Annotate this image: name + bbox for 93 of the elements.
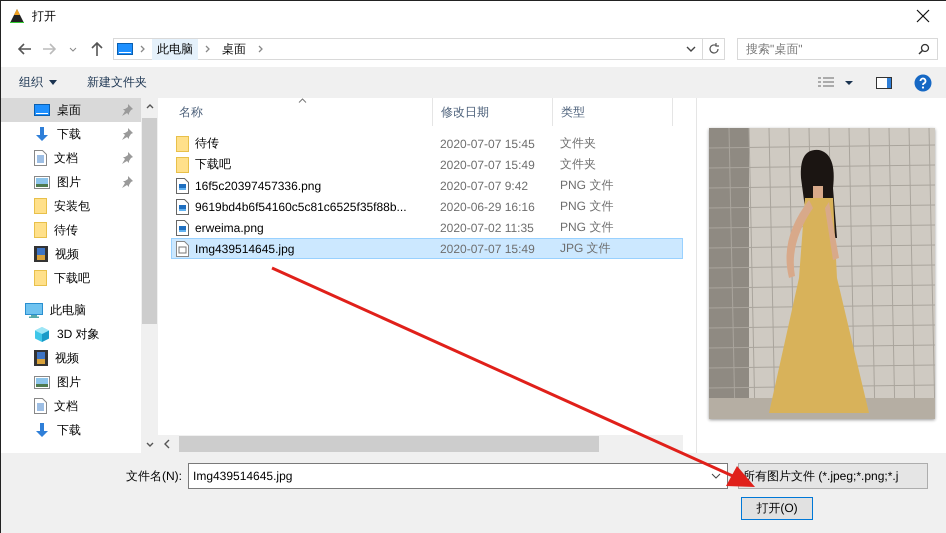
app-logo-icon xyxy=(10,9,24,23)
file-name-label: 文件名(N): xyxy=(125,468,183,484)
modified-date: 2020-06-29 16:16 xyxy=(439,200,536,214)
refresh-icon xyxy=(708,43,720,55)
file-type: PNG 文件 xyxy=(559,198,614,215)
image-file-icon xyxy=(176,220,189,236)
chevron-right-icon xyxy=(258,45,263,53)
open-button[interactable]: 打开(O) xyxy=(741,497,813,520)
nav-item[interactable]: 文档 xyxy=(1,394,141,418)
scroll-left-icon xyxy=(164,439,170,449)
modified-date: 2020-07-07 15:45 xyxy=(439,136,536,150)
file-type: 文件夹 xyxy=(559,135,597,152)
breadcrumb[interactable]: 此电脑 xyxy=(152,38,198,60)
nav-item[interactable]: 下载吧 xyxy=(1,266,141,290)
help-icon xyxy=(914,74,932,92)
left-arrow-icon xyxy=(18,43,32,55)
nav-item[interactable]: 视频 xyxy=(1,242,141,266)
film-icon xyxy=(34,246,48,262)
image-icon xyxy=(34,376,50,388)
desktop-icon xyxy=(34,104,50,116)
document-icon xyxy=(34,150,47,166)
refresh-button[interactable] xyxy=(703,38,725,60)
file-row[interactable]: 待传 2020-07-07 15:45 文件夹 xyxy=(171,133,683,154)
up-arrow-icon xyxy=(91,42,103,56)
nav-item[interactable]: 待传 xyxy=(1,218,141,242)
folder-icon xyxy=(34,198,47,214)
window-title: 打开 xyxy=(32,8,57,24)
file-row[interactable]: 16f5c20397457336.png 2020-07-07 9:42 PNG 文件 xyxy=(171,175,683,196)
search-field[interactable]: 搜索"桌面" xyxy=(737,38,938,60)
image-file-icon xyxy=(176,178,189,194)
file-name: 下载吧 xyxy=(195,156,231,173)
file-type: 文件夹 xyxy=(559,156,597,173)
close-icon xyxy=(916,9,930,23)
scroll-down-icon xyxy=(146,442,154,447)
caret-icon xyxy=(49,80,57,85)
file-icon xyxy=(176,240,189,256)
nav-item[interactable]: 安装包 xyxy=(1,194,141,218)
folder-icon xyxy=(176,136,189,152)
file-row[interactable]: 9619bd4b6f54160c5c81c6525f35f88b... 2020-06-29 16:16 PNG 文件 xyxy=(171,196,683,217)
file-type: PNG 文件 xyxy=(559,177,614,194)
document-icon xyxy=(34,398,47,414)
nav-item[interactable]: 下载 xyxy=(1,122,141,146)
column-header[interactable]: 类型 xyxy=(553,98,673,126)
file-name: 16f5c20397457336.png xyxy=(195,178,322,192)
file-name: 9619bd4b6f54160c5c81c6525f35f88b... xyxy=(195,200,407,214)
right-arrow-icon xyxy=(42,43,56,55)
nav-item[interactable]: 文档 xyxy=(1,146,141,170)
modified-date: 2020-07-02 11:35 xyxy=(439,220,535,234)
file-type: PNG 文件 xyxy=(559,219,614,236)
chevron-down-icon xyxy=(69,46,77,52)
desktop-icon xyxy=(117,43,133,55)
file-row[interactable]: 下载吧 2020-07-07 15:49 文件夹 xyxy=(171,154,683,175)
chevron-down-icon xyxy=(686,46,696,52)
file-row[interactable]: erweima.png 2020-07-02 11:35 PNG 文件 xyxy=(171,217,683,238)
down-arrow-icon xyxy=(34,126,50,142)
image-icon xyxy=(34,176,50,188)
pane-icon xyxy=(876,76,892,88)
file-type: JPG 文件 xyxy=(559,240,612,257)
new-folder-button[interactable]: 新建文件夹 xyxy=(79,70,155,95)
file-name-field[interactable]: Img439514645.jpg xyxy=(188,463,728,489)
file-name: 待传 xyxy=(195,135,219,152)
nav-item[interactable]: 图片 xyxy=(1,370,141,394)
scroll-up-icon xyxy=(146,104,154,109)
file-row[interactable]: Img439514645.jpg 2020-07-07 15:49 JPG 文件 xyxy=(171,238,683,259)
image-file-icon xyxy=(176,198,189,214)
nav-item[interactable]: 3D 对象 xyxy=(1,322,141,346)
nav-item[interactable]: 图片 xyxy=(1,170,141,194)
breadcrumb[interactable]: 桌面 xyxy=(217,38,251,60)
scrollbar[interactable] xyxy=(158,435,683,453)
search-icon xyxy=(918,43,930,55)
modified-date: 2020-07-07 9:42 xyxy=(439,178,530,192)
column-header[interactable]: 修改日期 xyxy=(433,98,553,126)
nav-item[interactable]: 下载 xyxy=(1,418,141,442)
address-bar[interactable]: 此电脑 桌面 xyxy=(113,38,703,60)
nav-item[interactable]: 视频 xyxy=(1,346,141,370)
file-name: erweima.png xyxy=(195,220,264,234)
modified-date: 2020-07-07 15:49 xyxy=(439,158,536,172)
list-view-icon xyxy=(818,76,854,88)
organize-button[interactable]: 组织 xyxy=(11,70,65,95)
down-arrow-icon xyxy=(34,422,50,438)
folder-icon xyxy=(176,156,189,172)
monitor-icon xyxy=(25,302,43,318)
nav-item[interactable]: 桌面 xyxy=(1,98,141,122)
file-name: Img439514645.jpg xyxy=(195,242,294,256)
nav-item[interactable]: 此电脑 xyxy=(1,298,141,322)
chevron-right-icon xyxy=(140,45,145,53)
cube-icon xyxy=(34,326,50,342)
folder-icon xyxy=(34,222,47,238)
film-icon xyxy=(34,350,48,366)
chevron-right-icon xyxy=(205,45,210,53)
modified-date: 2020-07-07 15:49 xyxy=(439,242,536,256)
column-header[interactable]: 名称 xyxy=(171,98,433,126)
folder-icon xyxy=(34,270,47,286)
